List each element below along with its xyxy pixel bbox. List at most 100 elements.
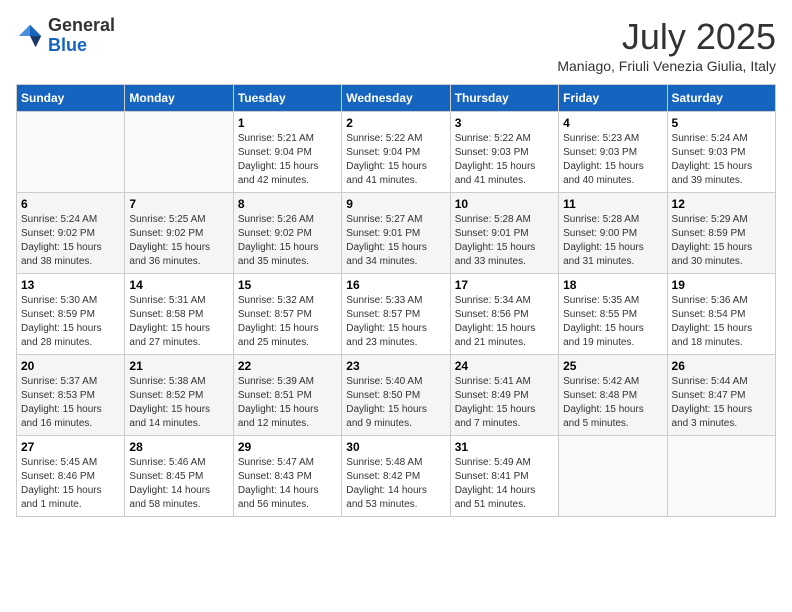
day-number: 4 [563,116,662,130]
weekday-header-sunday: Sunday [17,85,125,112]
day-detail: Sunrise: 5:46 AM Sunset: 8:45 PM Dayligh… [129,456,228,512]
month-title: July 2025 [557,16,776,58]
day-number: 14 [129,278,228,292]
calendar-week-row: 6 Sunrise: 5:24 AM Sunset: 9:02 PM Daylig… [17,193,776,274]
calendar-cell: 25Sunrise: 5:42 AM Sunset: 8:48 PM Dayli… [559,355,667,436]
day-detail: Sunrise: 5:34 AM Sunset: 8:56 PM Dayligh… [455,294,554,350]
calendar-week-row: 13Sunrise: 5:30 AM Sunset: 8:59 PM Dayli… [17,274,776,355]
calendar-cell: 17Sunrise: 5:34 AM Sunset: 8:56 PM Dayli… [450,274,558,355]
calendar-cell [125,112,233,193]
calendar-cell [17,112,125,193]
day-number: 15 [238,278,337,292]
day-detail: Sunrise: 5:29 AM Sunset: 8:59 PM Dayligh… [672,213,771,269]
day-detail: Sunrise: 5:42 AM Sunset: 8:48 PM Dayligh… [563,375,662,431]
day-detail: Sunrise: 5:44 AM Sunset: 8:47 PM Dayligh… [672,375,771,431]
calendar-cell: 12 Sunrise: 5:29 AM Sunset: 8:59 PM Dayli… [667,193,775,274]
calendar-table: SundayMondayTuesdayWednesdayThursdayFrid… [16,84,776,517]
weekday-header-saturday: Saturday [667,85,775,112]
calendar-cell: 10 Sunrise: 5:28 AM Sunset: 9:01 PM Dayli… [450,193,558,274]
logo-general-text: General [48,15,115,35]
calendar-cell [559,436,667,517]
calendar-cell: 7Sunrise: 5:25 AM Sunset: 9:02 PM Daylig… [125,193,233,274]
day-detail: Sunrise: 5:22 AM Sunset: 9:04 PM Dayligh… [346,132,445,188]
calendar-week-row: 27 Sunrise: 5:45 AM Sunset: 8:46 PM Dayli… [17,436,776,517]
calendar-cell: 5Sunrise: 5:24 AM Sunset: 9:03 PM Daylig… [667,112,775,193]
weekday-header-thursday: Thursday [450,85,558,112]
day-detail: Sunrise: 5:28 AM Sunset: 9:01 PM Dayligh… [455,213,554,269]
weekday-header-monday: Monday [125,85,233,112]
day-number: 27 [21,440,120,454]
day-detail: Sunrise: 5:36 AM Sunset: 8:54 PM Dayligh… [672,294,771,350]
calendar-cell: 30 Sunrise: 5:48 AM Sunset: 8:42 PM Dayli… [342,436,450,517]
day-number: 24 [455,359,554,373]
day-number: 16 [346,278,445,292]
day-detail: Sunrise: 5:23 AM Sunset: 9:03 PM Dayligh… [563,132,662,188]
day-number: 9 [346,197,445,211]
day-number: 12 [672,197,771,211]
calendar-cell: 14 Sunrise: 5:31 AM Sunset: 8:58 PM Dayli… [125,274,233,355]
calendar-cell: 21 Sunrise: 5:38 AM Sunset: 8:52 PM Dayli… [125,355,233,436]
day-number: 22 [238,359,337,373]
calendar-cell: 15 Sunrise: 5:32 AM Sunset: 8:57 PM Dayli… [233,274,341,355]
day-detail: Sunrise: 5:25 AM Sunset: 9:02 PM Dayligh… [129,213,228,269]
day-number: 23 [346,359,445,373]
calendar-cell: 29Sunrise: 5:47 AM Sunset: 8:43 PM Dayli… [233,436,341,517]
day-number: 5 [672,116,771,130]
day-detail: Sunrise: 5:41 AM Sunset: 8:49 PM Dayligh… [455,375,554,431]
day-detail: Sunrise: 5:39 AM Sunset: 8:51 PM Dayligh… [238,375,337,431]
day-detail: Sunrise: 5:48 AM Sunset: 8:42 PM Dayligh… [346,456,445,512]
day-detail: Sunrise: 5:37 AM Sunset: 8:53 PM Dayligh… [21,375,120,431]
calendar-cell: 19 Sunrise: 5:36 AM Sunset: 8:54 PM Dayli… [667,274,775,355]
day-number: 3 [455,116,554,130]
day-number: 10 [455,197,554,211]
day-detail: Sunrise: 5:22 AM Sunset: 9:03 PM Dayligh… [455,132,554,188]
day-detail: Sunrise: 5:47 AM Sunset: 8:43 PM Dayligh… [238,456,337,512]
day-detail: Sunrise: 5:26 AM Sunset: 9:02 PM Dayligh… [238,213,337,269]
logo: General Blue [16,16,115,56]
day-detail: Sunrise: 5:31 AM Sunset: 8:58 PM Dayligh… [129,294,228,350]
day-number: 11 [563,197,662,211]
calendar-cell: 1Sunrise: 5:21 AM Sunset: 9:04 PM Daylig… [233,112,341,193]
day-number: 19 [672,278,771,292]
calendar-cell: 27 Sunrise: 5:45 AM Sunset: 8:46 PM Dayli… [17,436,125,517]
day-detail: Sunrise: 5:28 AM Sunset: 9:00 PM Dayligh… [563,213,662,269]
day-number: 26 [672,359,771,373]
calendar-cell: 9 Sunrise: 5:27 AM Sunset: 9:01 PM Daylig… [342,193,450,274]
day-number: 30 [346,440,445,454]
day-detail: Sunrise: 5:38 AM Sunset: 8:52 PM Dayligh… [129,375,228,431]
day-detail: Sunrise: 5:30 AM Sunset: 8:59 PM Dayligh… [21,294,120,350]
day-detail: Sunrise: 5:21 AM Sunset: 9:04 PM Dayligh… [238,132,337,188]
day-detail: Sunrise: 5:33 AM Sunset: 8:57 PM Dayligh… [346,294,445,350]
location-title: Maniago, Friuli Venezia Giulia, Italy [557,58,776,74]
day-detail: Sunrise: 5:45 AM Sunset: 8:46 PM Dayligh… [21,456,120,512]
day-detail: Sunrise: 5:32 AM Sunset: 8:57 PM Dayligh… [238,294,337,350]
day-number: 21 [129,359,228,373]
calendar-week-row: 20 Sunrise: 5:37 AM Sunset: 8:53 PM Dayli… [17,355,776,436]
weekday-header-friday: Friday [559,85,667,112]
logo-blue-text: Blue [48,35,87,55]
day-detail: Sunrise: 5:27 AM Sunset: 9:01 PM Dayligh… [346,213,445,269]
calendar-cell: 20 Sunrise: 5:37 AM Sunset: 8:53 PM Dayli… [17,355,125,436]
calendar-cell: 18Sunrise: 5:35 AM Sunset: 8:55 PM Dayli… [559,274,667,355]
day-number: 8 [238,197,337,211]
calendar-cell: 31 Sunrise: 5:49 AM Sunset: 8:41 PM Dayli… [450,436,558,517]
day-number: 20 [21,359,120,373]
day-detail: Sunrise: 5:24 AM Sunset: 9:02 PM Dayligh… [21,213,120,269]
calendar-cell: 3 Sunrise: 5:22 AM Sunset: 9:03 PM Daylig… [450,112,558,193]
day-number: 31 [455,440,554,454]
page-header: General Blue July 2025 Maniago, Friuli V… [16,16,776,74]
day-detail: Sunrise: 5:49 AM Sunset: 8:41 PM Dayligh… [455,456,554,512]
calendar-cell: 23 Sunrise: 5:40 AM Sunset: 8:50 PM Dayli… [342,355,450,436]
day-detail: Sunrise: 5:40 AM Sunset: 8:50 PM Dayligh… [346,375,445,431]
calendar-cell: 28 Sunrise: 5:46 AM Sunset: 8:45 PM Dayli… [125,436,233,517]
day-detail: Sunrise: 5:35 AM Sunset: 8:55 PM Dayligh… [563,294,662,350]
weekday-header-tuesday: Tuesday [233,85,341,112]
day-number: 28 [129,440,228,454]
calendar-cell [667,436,775,517]
title-area: July 2025 Maniago, Friuli Venezia Giulia… [557,16,776,74]
calendar-cell: 6 Sunrise: 5:24 AM Sunset: 9:02 PM Daylig… [17,193,125,274]
calendar-cell: 11 Sunrise: 5:28 AM Sunset: 9:00 PM Dayli… [559,193,667,274]
calendar-cell: 2Sunrise: 5:22 AM Sunset: 9:04 PM Daylig… [342,112,450,193]
calendar-cell: 16 Sunrise: 5:33 AM Sunset: 8:57 PM Dayli… [342,274,450,355]
day-number: 6 [21,197,120,211]
